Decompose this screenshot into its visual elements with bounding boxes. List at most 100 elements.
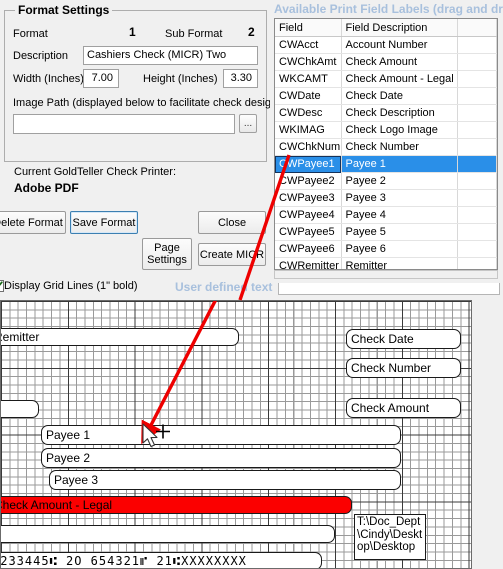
page-settings-line2: Settings <box>147 254 187 266</box>
cell-field-description[interactable]: Check Date <box>341 87 458 105</box>
cell-field[interactable]: CWDesc <box>275 104 342 122</box>
cell-blank[interactable] <box>457 155 497 173</box>
cell-field-description[interactable]: Payee 6 <box>341 240 458 258</box>
format-settings-title: Format Settings <box>15 3 113 17</box>
display-grid-lines-label: Display Grid Lines (1" bold) <box>4 280 138 292</box>
column-header-field[interactable]: Field <box>275 19 342 37</box>
field-labels-grid[interactable]: Field Field Description CWAcct Account Nu… <box>274 18 498 270</box>
image-path-label: Image Path (displayed below to facilitat… <box>13 97 281 109</box>
cell-blank[interactable] <box>457 223 497 241</box>
cell-field-description[interactable]: Check Description <box>341 104 458 122</box>
cell-blank[interactable] <box>457 240 497 258</box>
placed-field-check-amount-legal[interactable]: Check Amount - Legal <box>1 496 352 514</box>
cell-field-description[interactable]: Payee 4 <box>341 206 458 224</box>
table-row[interactable]: CWChkAmt Check Amount <box>275 53 497 71</box>
cell-field-description[interactable]: Payee 3 <box>341 189 458 207</box>
cell-field[interactable]: CWDate <box>275 87 342 105</box>
save-format-button[interactable]: Save Format <box>70 211 138 234</box>
cell-field-description[interactable]: Check Amount <box>341 53 458 71</box>
cell-field-description[interactable]: Check Logo Image <box>341 121 458 139</box>
height-label: Height (Inches) <box>143 73 218 85</box>
cell-blank[interactable] <box>457 53 497 71</box>
format-settings-groupbox: Format Settings Format 1 Sub Format 2 De… <box>4 3 281 162</box>
sub-format-label: Sub Format <box>165 28 223 40</box>
cell-field[interactable]: CWPayee4 <box>275 206 342 224</box>
table-row[interactable]: CWAcct Account Number <box>275 36 497 54</box>
placed-field-check-number[interactable]: Check Number <box>346 358 461 378</box>
placed-field-check-date[interactable]: Check Date <box>346 329 461 349</box>
table-row[interactable]: CWPayee1 Payee 1 <box>275 155 497 173</box>
check-format-designer-window: Format Settings Format 1 Sub Format 2 De… <box>0 0 503 569</box>
table-row[interactable]: CWPayee6 Payee 6 <box>275 240 497 258</box>
table-row[interactable]: CWPayee5 Payee 5 <box>275 223 497 241</box>
placed-field-payee-3[interactable]: Payee 3 <box>49 470 401 490</box>
cell-blank[interactable] <box>457 121 497 139</box>
cell-field[interactable]: CWChkAmt <box>275 53 342 71</box>
cell-field[interactable]: CWPayee3 <box>275 189 342 207</box>
cell-blank[interactable] <box>457 172 497 190</box>
cell-field-description[interactable]: Check Number <box>341 138 458 156</box>
cell-field-description[interactable]: Payee 1 <box>341 155 458 173</box>
table-row[interactable]: CWRemitter Remitter <box>275 257 497 269</box>
ellipsis-icon[interactable]: ... <box>239 114 257 133</box>
table-row[interactable]: CWPayee2 Payee 2 <box>275 172 497 190</box>
cell-field[interactable]: CWPayee2 <box>275 172 342 190</box>
table-row[interactable]: CWDate Check Date <box>275 87 497 105</box>
description-input[interactable]: Cashiers Check (MICR) Two <box>83 46 258 65</box>
table-row[interactable]: WKCAMT Check Amount - Legal <box>275 70 497 88</box>
check-design-canvas[interactable]: Remitter Check Date Check Number Check Amou… <box>0 300 472 569</box>
placed-field-payee-1[interactable]: Payee 1 <box>41 425 401 445</box>
current-printer-block: Current GoldTeller Check Printer: Adobe … <box>4 166 265 210</box>
cell-field-description[interactable]: Account Number <box>341 36 458 54</box>
cell-blank[interactable] <box>457 104 497 122</box>
horizontal-scrollbar[interactable] <box>274 270 498 279</box>
placed-field-blank-wide-box[interactable] <box>1 525 335 543</box>
placed-field-remitter[interactable]: Remitter <box>1 328 239 346</box>
delete-format-button[interactable]: Delete Format <box>0 211 66 234</box>
cell-blank[interactable] <box>457 257 497 269</box>
table-row[interactable]: WKIMAG Check Logo Image <box>275 121 497 139</box>
table-row[interactable]: CWDesc Check Description <box>275 104 497 122</box>
page-settings-button[interactable]: Page Settings <box>142 238 192 270</box>
placed-field-micr-line[interactable]: 2233445⑆ 2O 654321⑈ 21⑆XXXXXXXX <box>1 552 322 568</box>
cell-field[interactable]: CWRemitter <box>275 257 342 269</box>
close-button[interactable]: Close <box>198 211 266 234</box>
placed-field-unnamed-left-box[interactable] <box>1 400 39 418</box>
column-header-blank[interactable] <box>457 19 497 37</box>
table-row[interactable]: CWPayee4 Payee 4 <box>275 206 497 224</box>
field-labels-table: Field Field Description CWAcct Account Nu… <box>275 19 497 269</box>
current-printer-value: Adobe PDF <box>14 181 79 195</box>
cell-field[interactable]: CWChkNum <box>275 138 342 156</box>
cell-field[interactable]: WKIMAG <box>275 121 342 139</box>
placed-field-check-amount[interactable]: Check Amount <box>346 398 461 418</box>
cell-field-description[interactable]: Payee 2 <box>341 172 458 190</box>
placed-field-image-path-preview[interactable]: T:\Doc_Dept\Cindy\Desktop\Desktop <box>354 514 426 560</box>
cell-field-description[interactable]: Remitter <box>341 257 458 269</box>
cell-field[interactable]: WKCAMT <box>275 70 342 88</box>
table-row[interactable]: CWPayee3 Payee 3 <box>275 189 497 207</box>
cell-field-description[interactable]: Check Amount - Legal <box>341 70 458 88</box>
page-settings-line1: Page <box>154 242 180 254</box>
cell-blank[interactable] <box>457 36 497 54</box>
width-input[interactable]: 7.00 <box>83 69 119 88</box>
create-micr-button[interactable]: Create MICR <box>198 243 266 266</box>
cell-blank[interactable] <box>457 206 497 224</box>
image-path-input[interactable] <box>13 114 235 134</box>
user-defined-text-label: User defined text <box>175 280 273 294</box>
cell-field[interactable]: CWPayee6 <box>275 240 342 258</box>
cell-blank[interactable] <box>457 87 497 105</box>
format-number-value: 1 <box>129 25 136 39</box>
column-header-field-description[interactable]: Field Description <box>341 19 458 37</box>
cell-field-description[interactable]: Payee 5 <box>341 223 458 241</box>
cell-field[interactable]: CWAcct <box>275 36 342 54</box>
cell-blank[interactable] <box>457 138 497 156</box>
sub-format-number-value: 2 <box>248 25 255 39</box>
placed-field-payee-2[interactable]: Payee 2 <box>41 448 401 468</box>
cell-field[interactable]: CWPayee5 <box>275 223 342 241</box>
format-label: Format <box>13 28 48 40</box>
table-row[interactable]: CWChkNum Check Number <box>275 138 497 156</box>
height-input[interactable]: 3.30 <box>223 69 258 88</box>
cell-field[interactable]: CWPayee1 <box>275 155 342 173</box>
cell-blank[interactable] <box>457 70 497 88</box>
cell-blank[interactable] <box>457 189 497 207</box>
